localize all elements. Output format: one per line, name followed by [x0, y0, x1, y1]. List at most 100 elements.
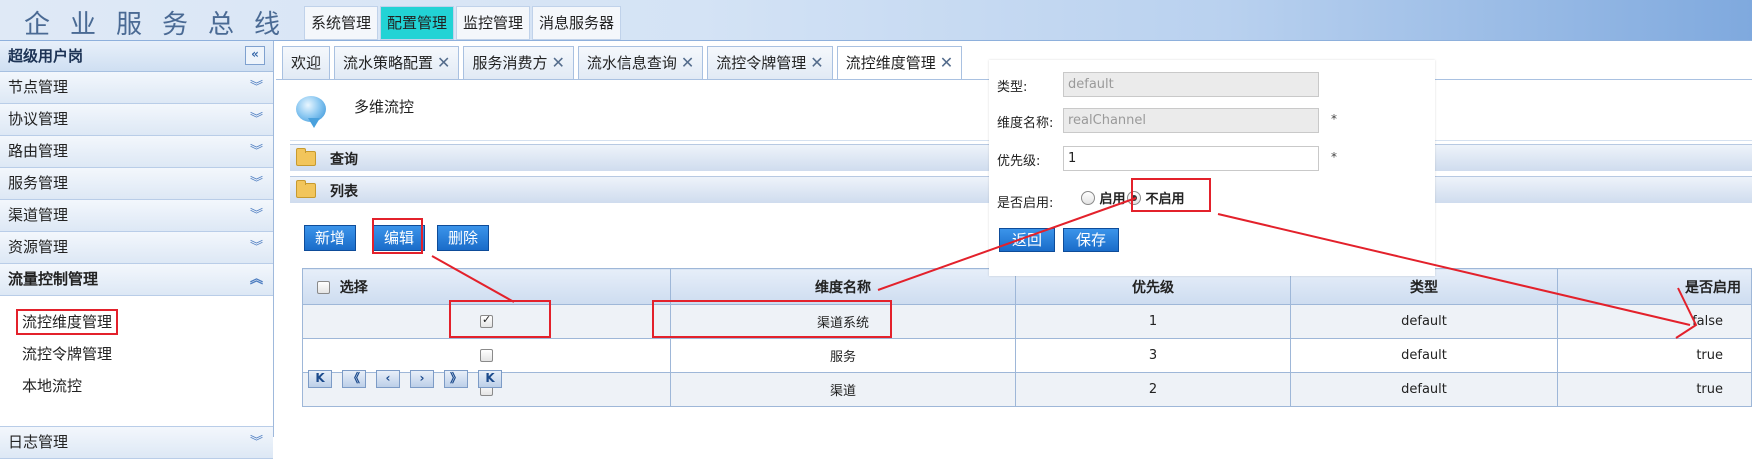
sidebar-header: 超级用户岗 « — [0, 41, 273, 72]
tab-welcome[interactable]: 欢迎 — [282, 46, 331, 79]
cell-enabled: false — [1557, 304, 1752, 339]
tab-strip: 欢迎 流水策略配置 ✕ 服务消费方 ✕ 流水信息查询 ✕ 流控令牌管理 ✕ 流控维度管理… — [282, 46, 966, 79]
sidebar-item-label: 路由管理 — [8, 142, 69, 160]
sidebar-item-label: 流量控制管理 — [8, 270, 99, 288]
folder-icon — [296, 148, 316, 166]
tab-token-management[interactable]: 流控令牌管理 ✕ — [707, 46, 833, 79]
cell-priority: 1 — [1015, 304, 1291, 339]
chevron-down-icon: ︾ — [249, 240, 263, 255]
speech-bubble-tail — [308, 118, 320, 128]
tab-service-consumer[interactable]: 服务消费方 ✕ — [463, 46, 574, 79]
dimension-name-label: 维度名称: — [997, 116, 1054, 131]
radio-enable[interactable]: 启用 — [1081, 188, 1126, 207]
sidebar-item-resource[interactable]: 资源管理 ︾ — [0, 232, 273, 264]
chevron-down-icon: ︾ — [249, 435, 263, 450]
top-nav: 系统管理 配置管理 监控管理 消息服务器 — [304, 6, 623, 40]
sidebar-item-label: 协议管理 — [8, 110, 69, 128]
sidebar-subitem-local[interactable]: 本地流控 — [0, 370, 273, 402]
sidebar-item-label: 节点管理 — [8, 78, 69, 96]
top-nav-system[interactable]: 系统管理 — [304, 6, 379, 40]
cell-enabled: true — [1557, 372, 1752, 407]
last-page-icon[interactable]: K — [478, 370, 502, 388]
sidebar-title: 超级用户岗 — [8, 47, 84, 65]
chevron-down-icon: ︾ — [249, 144, 263, 159]
sidebar-item-route[interactable]: 路由管理 ︾ — [0, 136, 273, 168]
sidebar-subitem-token[interactable]: 流控令牌管理 — [0, 338, 273, 370]
top-nav-monitor[interactable]: 监控管理 — [456, 6, 531, 40]
sidebar-subitem-dimension[interactable]: 流控维度管理 — [0, 306, 273, 338]
prev-block-icon[interactable]: 《 — [342, 370, 366, 388]
save-button[interactable]: 保存 — [1063, 228, 1120, 252]
checkbox-highlight — [449, 300, 551, 338]
sidebar-item-label: 渠道管理 — [8, 206, 69, 224]
page-title: 多维流控 — [354, 98, 415, 116]
chevron-down-icon: ︾ — [249, 176, 263, 191]
top-nav-config[interactable]: 配置管理 — [380, 6, 455, 40]
table-row[interactable]: 服务 3 default true — [302, 338, 1752, 373]
radio-enable-icon[interactable] — [1081, 190, 1095, 205]
chevron-up-icon: ︽ — [249, 272, 263, 287]
cell-enabled: true — [1557, 338, 1752, 373]
folder-open-icon — [296, 180, 316, 198]
next-page-icon[interactable]: › — [410, 370, 434, 388]
close-icon[interactable]: ✕ — [810, 47, 823, 79]
sidebar-item-label: 资源管理 — [8, 238, 69, 256]
cell-priority: 2 — [1015, 372, 1291, 407]
next-block-icon[interactable]: 》 — [444, 370, 468, 388]
type-field — [1063, 72, 1319, 97]
chevron-down-icon: ︾ — [249, 208, 263, 223]
cell-dimension-name: 服务 — [670, 338, 1016, 373]
tab-flow-policy[interactable]: 流水策略配置 ✕ — [334, 46, 460, 79]
chevron-down-icon: ︾ — [249, 80, 263, 95]
back-button[interactable]: 返回 — [999, 228, 1056, 252]
close-icon[interactable]: ✕ — [940, 47, 953, 79]
edit-dialog: 类型: 维度名称: * 优先级: * 是否启用: 启用 不启用 返回 保存 — [989, 60, 1435, 276]
row-select-cell — [302, 338, 671, 373]
table-row[interactable]: 渠道 2 default true — [302, 372, 1752, 407]
required-mark: * — [1331, 150, 1337, 164]
top-nav-message-server[interactable]: 消息服务器 — [532, 6, 622, 40]
delete-button[interactable]: 删除 — [437, 225, 490, 251]
select-all-checkbox[interactable] — [317, 281, 330, 294]
close-icon[interactable]: ✕ — [681, 47, 694, 79]
chevron-down-icon: ︾ — [249, 112, 263, 127]
edit-button-highlight — [372, 218, 423, 254]
priority-label: 优先级: — [997, 154, 1041, 169]
sidebar-group-flow-control[interactable]: 流量控制管理 ︽ — [0, 264, 273, 296]
cell-dimension-name: 渠道 — [670, 372, 1016, 407]
dimension-name-highlight — [652, 300, 892, 338]
sidebar: 超级用户岗 « 节点管理 ︾ 协议管理 ︾ 路由管理 ︾ 服务管理 ︾ 渠道管理 ︾ 资源… — [0, 41, 274, 459]
sidebar-item-label: 服务管理 — [8, 174, 69, 192]
sidebar-item-node[interactable]: 节点管理 ︾ — [0, 72, 273, 104]
type-label: 类型: — [997, 80, 1028, 95]
close-icon[interactable]: ✕ — [551, 47, 564, 79]
tab-flow-query[interactable]: 流水信息查询 ✕ — [577, 46, 704, 79]
list-panel-title: 列表 — [330, 184, 358, 200]
first-page-icon[interactable]: K — [308, 370, 332, 388]
priority-field[interactable] — [1063, 146, 1319, 171]
enabled-label: 是否启用: — [997, 196, 1054, 211]
cell-type: default — [1290, 338, 1558, 373]
row-checkbox[interactable] — [480, 349, 493, 362]
sidebar-submenu: 流控维度管理 流控令牌管理 本地流控 — [0, 296, 273, 427]
app-title: 企业服务总线 — [24, 10, 301, 40]
sidebar-item-protocol[interactable]: 协议管理 ︾ — [0, 104, 273, 136]
disable-option-highlight — [1131, 178, 1211, 212]
pagination: K 《 ‹ › 》 K — [308, 370, 512, 388]
dimension-name-field — [1063, 108, 1319, 133]
close-icon[interactable]: ✕ — [437, 47, 450, 79]
sidebar-item-label: 日志管理 — [8, 433, 69, 451]
sidebar-item-log[interactable]: 日志管理 ︾ — [0, 427, 273, 459]
add-button[interactable]: 新增 — [304, 225, 357, 251]
required-mark: * — [1331, 112, 1337, 126]
query-panel-title: 查询 — [330, 152, 358, 168]
sidebar-item-service[interactable]: 服务管理 ︾ — [0, 168, 273, 200]
app-header: 企业服务总线 系统管理 配置管理 监控管理 消息服务器 — [0, 0, 1752, 41]
tab-dimension-management[interactable]: 流控维度管理 ✕ — [836, 46, 963, 79]
collapse-sidebar-icon[interactable]: « — [245, 46, 265, 65]
cell-type: default — [1290, 372, 1558, 407]
prev-page-icon[interactable]: ‹ — [376, 370, 400, 388]
cell-type: default — [1290, 304, 1558, 339]
sidebar-item-channel[interactable]: 渠道管理 ︾ — [0, 200, 273, 232]
column-enabled[interactable]: 是否启用 — [1557, 268, 1752, 305]
